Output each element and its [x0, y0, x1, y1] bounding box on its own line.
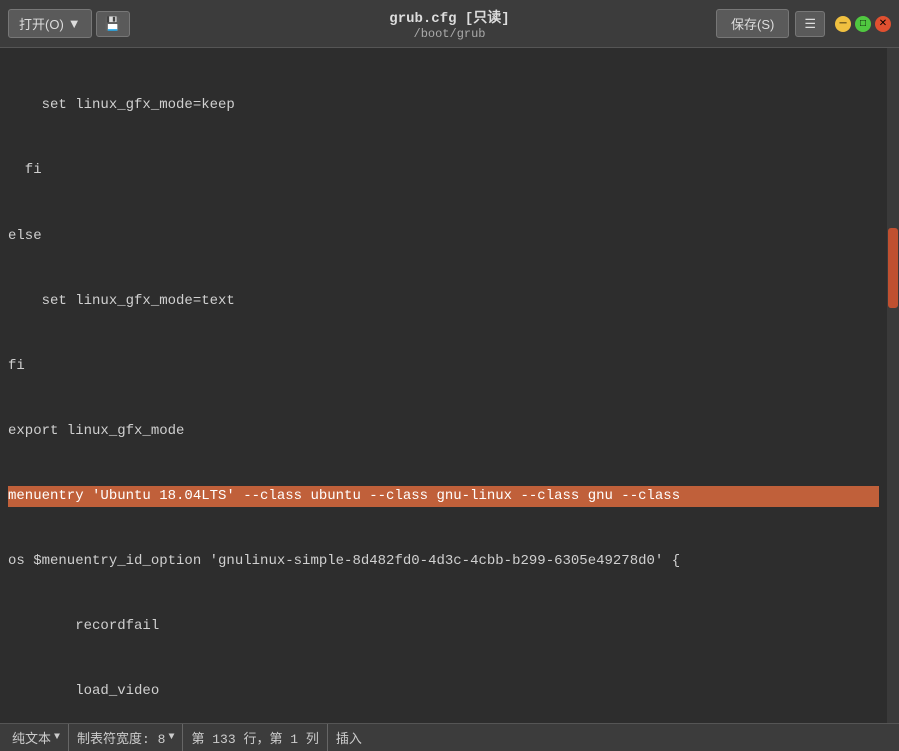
filetype-dropdown[interactable]: 纯文本 ▼ — [12, 728, 60, 747]
maximize-button[interactable]: □ — [855, 16, 871, 32]
tabwidth-dropdown[interactable]: 制表符宽度: 8 ▼ — [77, 728, 174, 747]
save-icon-button[interactable]: 💾 — [96, 11, 130, 37]
title-bar-right: 保存(S) ☰ ─ □ ✕ — [716, 9, 891, 38]
line-10: load_video — [8, 681, 879, 703]
filetype-label: 纯文本 — [12, 728, 51, 747]
minimize-button[interactable]: ─ — [835, 16, 851, 32]
close-button[interactable]: ✕ — [875, 16, 891, 32]
scrollbar-thumb[interactable] — [888, 228, 898, 308]
tabwidth-label: 制表符宽度: 8 — [77, 728, 165, 747]
tabwidth-arrow-icon: ▼ — [168, 732, 174, 743]
line-2: fi — [8, 160, 879, 182]
line-9: recordfail — [8, 616, 879, 638]
line-6: export linux_gfx_mode — [8, 421, 879, 443]
filetype-item[interactable]: 纯文本 ▼ — [12, 724, 69, 751]
code-lines: set linux_gfx_mode=keep fi else set linu… — [0, 52, 887, 723]
open-menu-button[interactable]: 打开(O) ▼ — [8, 9, 92, 38]
title-center: grub.cfg [只读] /boot/grub — [389, 7, 509, 41]
save-button[interactable]: 保存(S) — [716, 9, 789, 38]
filetype-arrow-icon: ▼ — [54, 732, 60, 743]
menu-hamburger-button[interactable]: ☰ — [795, 11, 825, 37]
title-bar: 打开(O) ▼ 💾 grub.cfg [只读] /boot/grub 保存(S)… — [0, 0, 899, 48]
line-3: else — [8, 226, 879, 248]
line-1: set linux_gfx_mode=keep — [8, 95, 879, 117]
editor-container: set linux_gfx_mode=keep fi else set linu… — [0, 48, 899, 723]
open-label: 打开(O) — [19, 14, 64, 33]
insert-label: 插入 — [336, 728, 362, 747]
window-title: grub.cfg [只读] — [389, 7, 509, 27]
window-subtitle: /boot/grub — [389, 27, 509, 41]
position-item: 第 133 行，第 1 列 — [183, 724, 327, 751]
window-controls: ─ □ ✕ — [835, 16, 891, 32]
line-5: fi — [8, 356, 879, 378]
line-8: os $menuentry_id_option 'gnulinux-simple… — [8, 551, 879, 573]
insert-mode-item: 插入 — [328, 724, 370, 751]
status-bar: 纯文本 ▼ 制表符宽度: 8 ▼ 第 133 行，第 1 列 插入 — [0, 723, 899, 751]
position-label: 第 133 行，第 1 列 — [191, 728, 318, 747]
title-bar-left: 打开(O) ▼ 💾 — [8, 9, 130, 38]
dropdown-arrow-icon: ▼ — [68, 16, 81, 31]
line-4: set linux_gfx_mode=text — [8, 291, 879, 313]
line-7: menuentry 'Ubuntu 18.04LTS' --class ubun… — [8, 486, 879, 508]
tabwidth-item[interactable]: 制表符宽度: 8 ▼ — [69, 724, 183, 751]
editor-content[interactable]: set linux_gfx_mode=keep fi else set linu… — [0, 48, 887, 723]
scrollbar[interactable] — [887, 48, 899, 723]
